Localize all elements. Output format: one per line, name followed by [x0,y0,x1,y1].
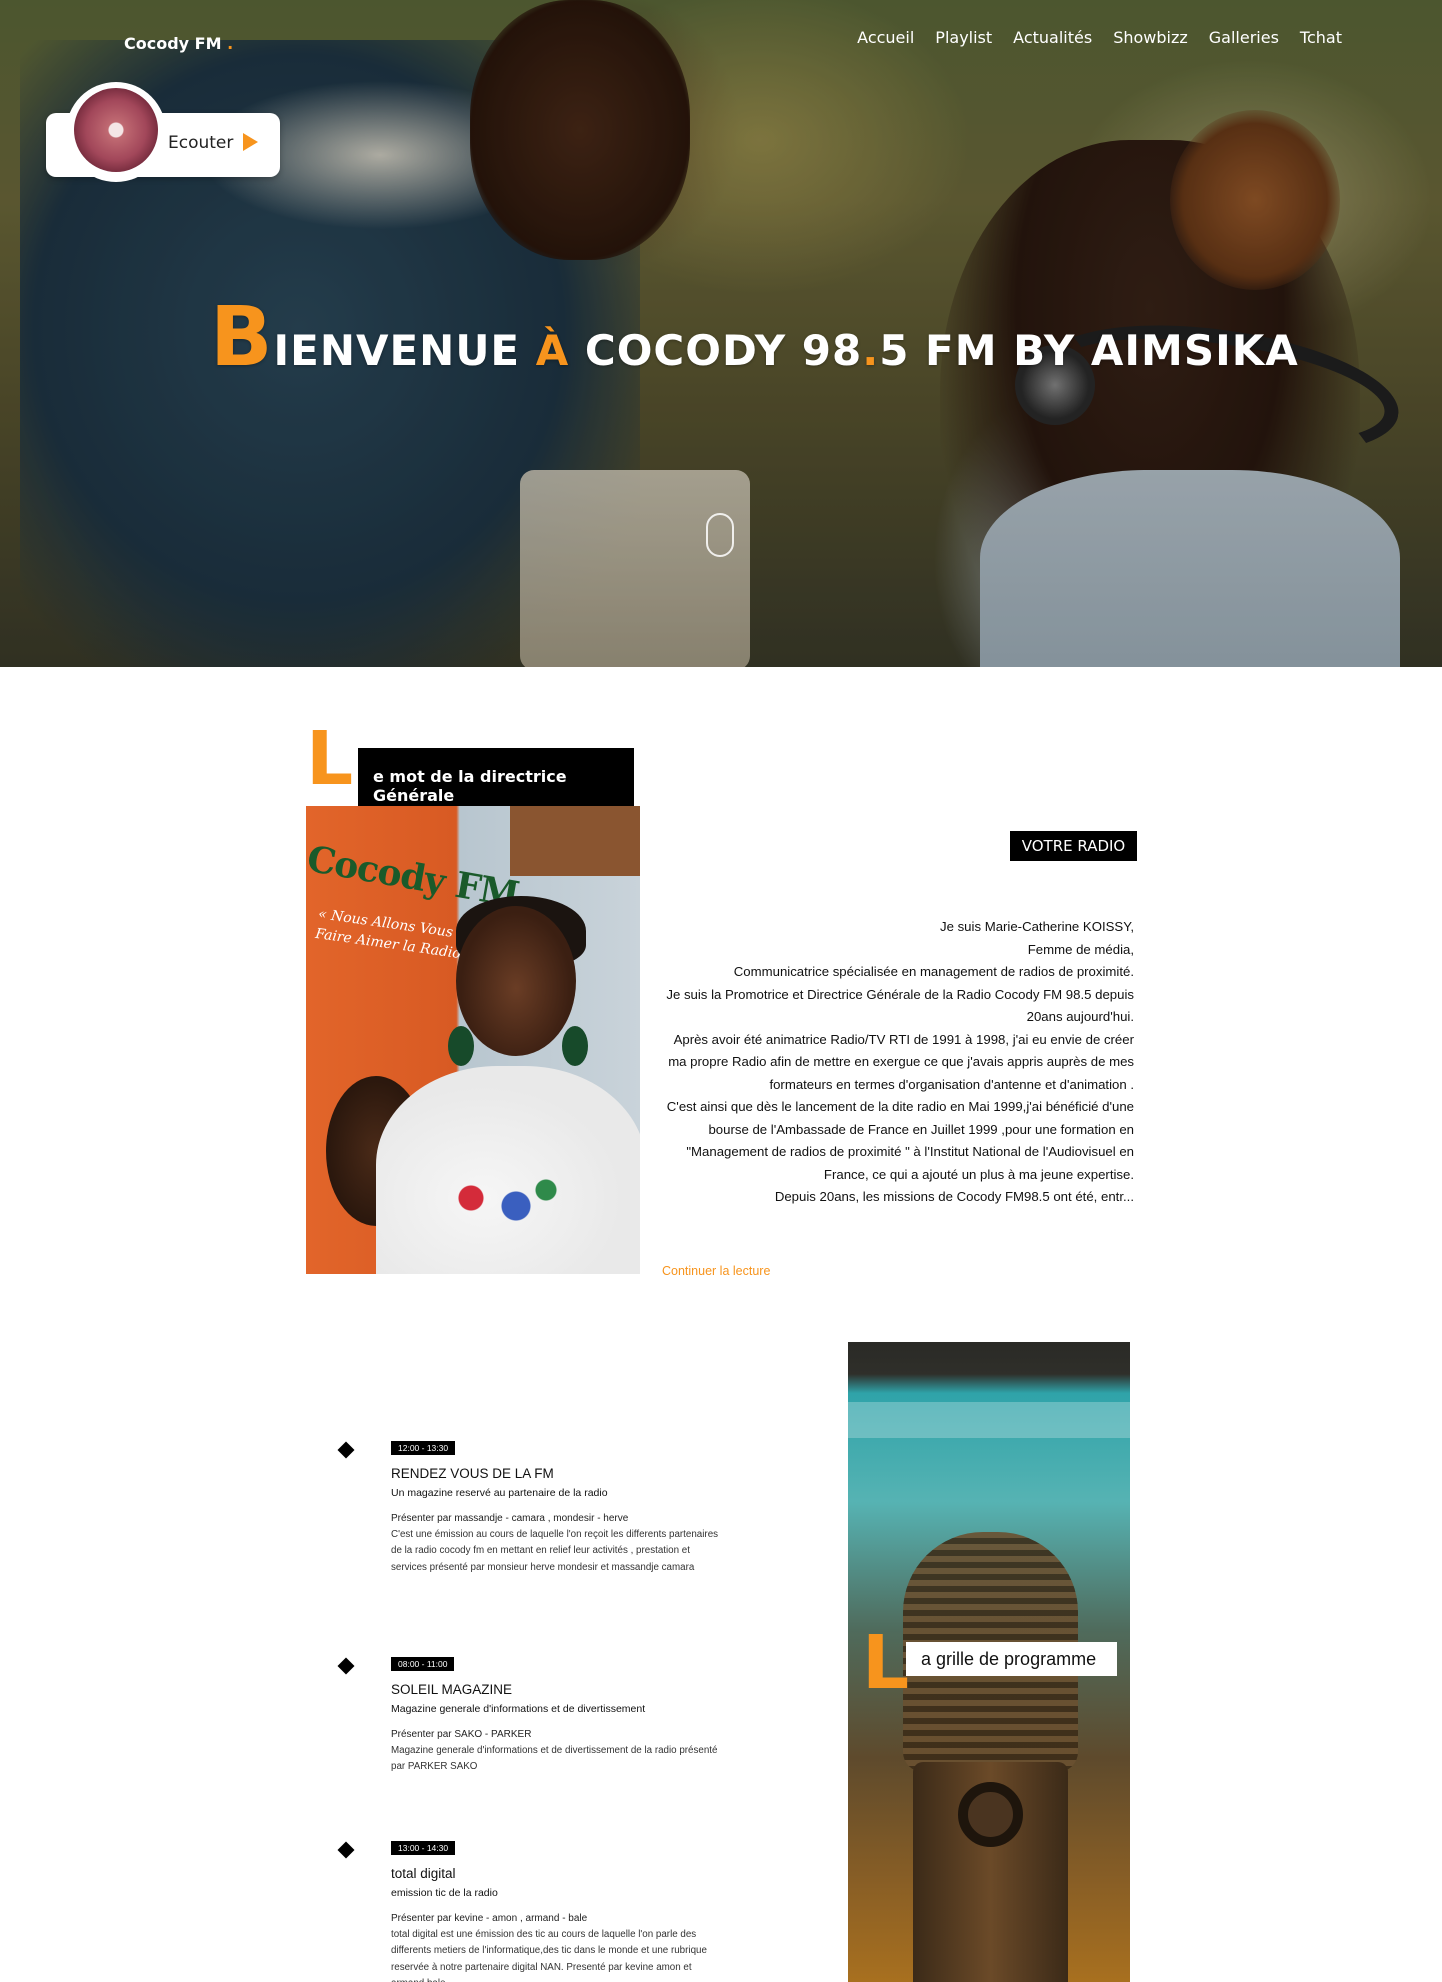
diamond-bullet-icon [337,1441,355,1459]
programme-presenter: Présenter par SAKO - PARKER [391,1729,532,1740]
mic-image-ring [958,1782,1023,1847]
play-icon[interactable] [243,133,258,151]
earring-icon [448,1026,474,1066]
director-paragraph: Je suis Marie-Catherine KOISSY, [940,919,1134,934]
programme-presenter: Présenter par massandje - camara , monde… [391,1513,629,1524]
director-heading-letter: L [306,716,354,802]
programme-subtitle: Magazine generale d'informations et de d… [391,1703,646,1715]
brand-logo[interactable]: Cocody FM . [124,34,233,53]
programme-title[interactable]: total digital [391,1866,456,1881]
hero-title-accent: À [535,326,570,375]
hero-banner: Cocody FM . Accueil Playlist Actualités … [0,0,1442,667]
diamond-bullet-icon [337,1657,355,1675]
programme-time-badge: 08:00 - 11:00 [391,1657,455,1671]
programme-heading: a grille de programme [906,1642,1117,1676]
nav-actualites[interactable]: Actualités [1013,28,1092,47]
hero-title: BIENVENUE À COCODY 98.5 FM BY AIMSIKA [210,290,1299,385]
hero-title-part2: COCODY 98 [569,326,863,375]
brand-name: Cocody FM [124,34,222,53]
programme-presenter: Présenter par kevine - amon , armand - b… [391,1913,588,1924]
director-paragraph: Communicatrice spécialisée en management… [733,964,1134,979]
continue-reading-link[interactable]: Continuer la lecture [662,1264,770,1278]
director-photo: Cocody FM « Nous Allons Vous Faire Aimer… [306,806,640,1274]
disc-icon[interactable] [74,88,158,172]
photo-banner-text: « Nous Allons Vous Faire Aimer la Radio … [314,906,475,964]
programme-time-badge: 12:00 - 13:30 [391,1441,456,1455]
hero-title-part1: IENVENUE [273,326,536,375]
programme-description: total digital est une émission des tic a… [391,1929,707,1982]
director-message: Je suis Marie-Catherine KOISSY, Femme de… [660,916,1134,1209]
nav-playlist[interactable]: Playlist [935,28,992,47]
photo-flower-print [426,1166,576,1246]
nav-galleries[interactable]: Galleries [1209,28,1279,47]
director-paragraph: Après avoir été animatrice Radio/TV RTI … [668,1031,1134,1092]
votre-radio-badge: VOTRE RADIO [1010,831,1137,861]
mic-image-stripe [848,1402,1130,1438]
nav-showbizz[interactable]: Showbizz [1113,28,1188,47]
director-paragraph: Femme de média, [1027,941,1134,957]
programme-subtitle: emission tic de la radio [391,1887,498,1899]
earring-icon [562,1026,588,1066]
photo-director-face [456,906,576,1056]
listen-label[interactable]: Ecouter [168,133,233,153]
director-paragraph: C'est ainsi que dès le lancement de la d… [666,1099,1134,1182]
scroll-down-icon[interactable] [706,513,734,557]
programme-description: Magazine generale d'informations et de d… [391,1745,718,1773]
programme-title[interactable]: SOLEIL MAGAZINE [391,1682,512,1697]
nav-tchat[interactable]: Tchat [1300,28,1342,47]
director-paragraph: Je suis la Promotrice et Directrice Géné… [666,986,1134,1025]
main-nav: Accueil Playlist Actualités Showbizz Gal… [857,28,1342,47]
programme-subtitle: Un magazine reservé au partenaire de la … [391,1487,608,1499]
programme-description: C'est une émission au cours de laquelle … [391,1529,719,1573]
hero-title-initial: B [210,290,274,385]
photo-shelf [510,806,640,876]
programme-time-badge: 13:00 - 14:30 [391,1841,456,1855]
director-heading: e mot de la directrice Générale [358,748,634,806]
hero-title-dot: . [862,326,880,375]
nav-accueil[interactable]: Accueil [857,28,914,47]
diamond-bullet-icon [337,1841,355,1859]
brand-dot: . [227,34,234,53]
director-paragraph: Depuis 20ans, les missions de Cocody FM9… [774,1189,1134,1204]
programme-heading-letter: L [862,1620,910,1706]
hero-title-part3: 5 FM BY AIMSIKA [879,326,1299,375]
programme-title[interactable]: RENDEZ VOUS DE LA FM [391,1466,554,1481]
